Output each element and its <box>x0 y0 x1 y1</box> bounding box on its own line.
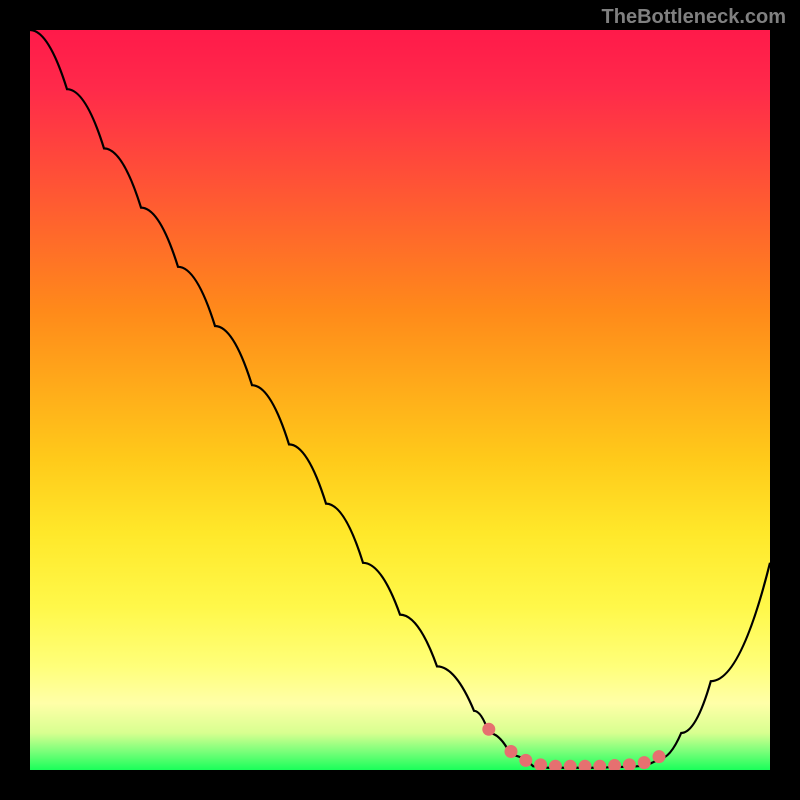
marker-dot <box>608 759 621 770</box>
marker-dot <box>638 756 651 769</box>
marker-dot <box>505 745 518 758</box>
marker-dot <box>564 760 577 770</box>
marker-dot <box>549 760 562 770</box>
marker-dot <box>534 758 547 770</box>
marker-dot <box>482 723 495 736</box>
optimal-range-markers <box>482 723 665 770</box>
chart-svg <box>30 30 770 770</box>
marker-dot <box>623 758 636 770</box>
plot-area <box>30 30 770 770</box>
watermark-text: TheBottleneck.com <box>602 6 786 29</box>
marker-dot <box>519 754 532 767</box>
marker-dot <box>593 760 606 770</box>
chart-container: TheBottleneck.com <box>0 0 800 800</box>
marker-dot <box>579 760 592 770</box>
marker-dot <box>653 750 666 763</box>
bottleneck-curve-line <box>30 30 770 768</box>
